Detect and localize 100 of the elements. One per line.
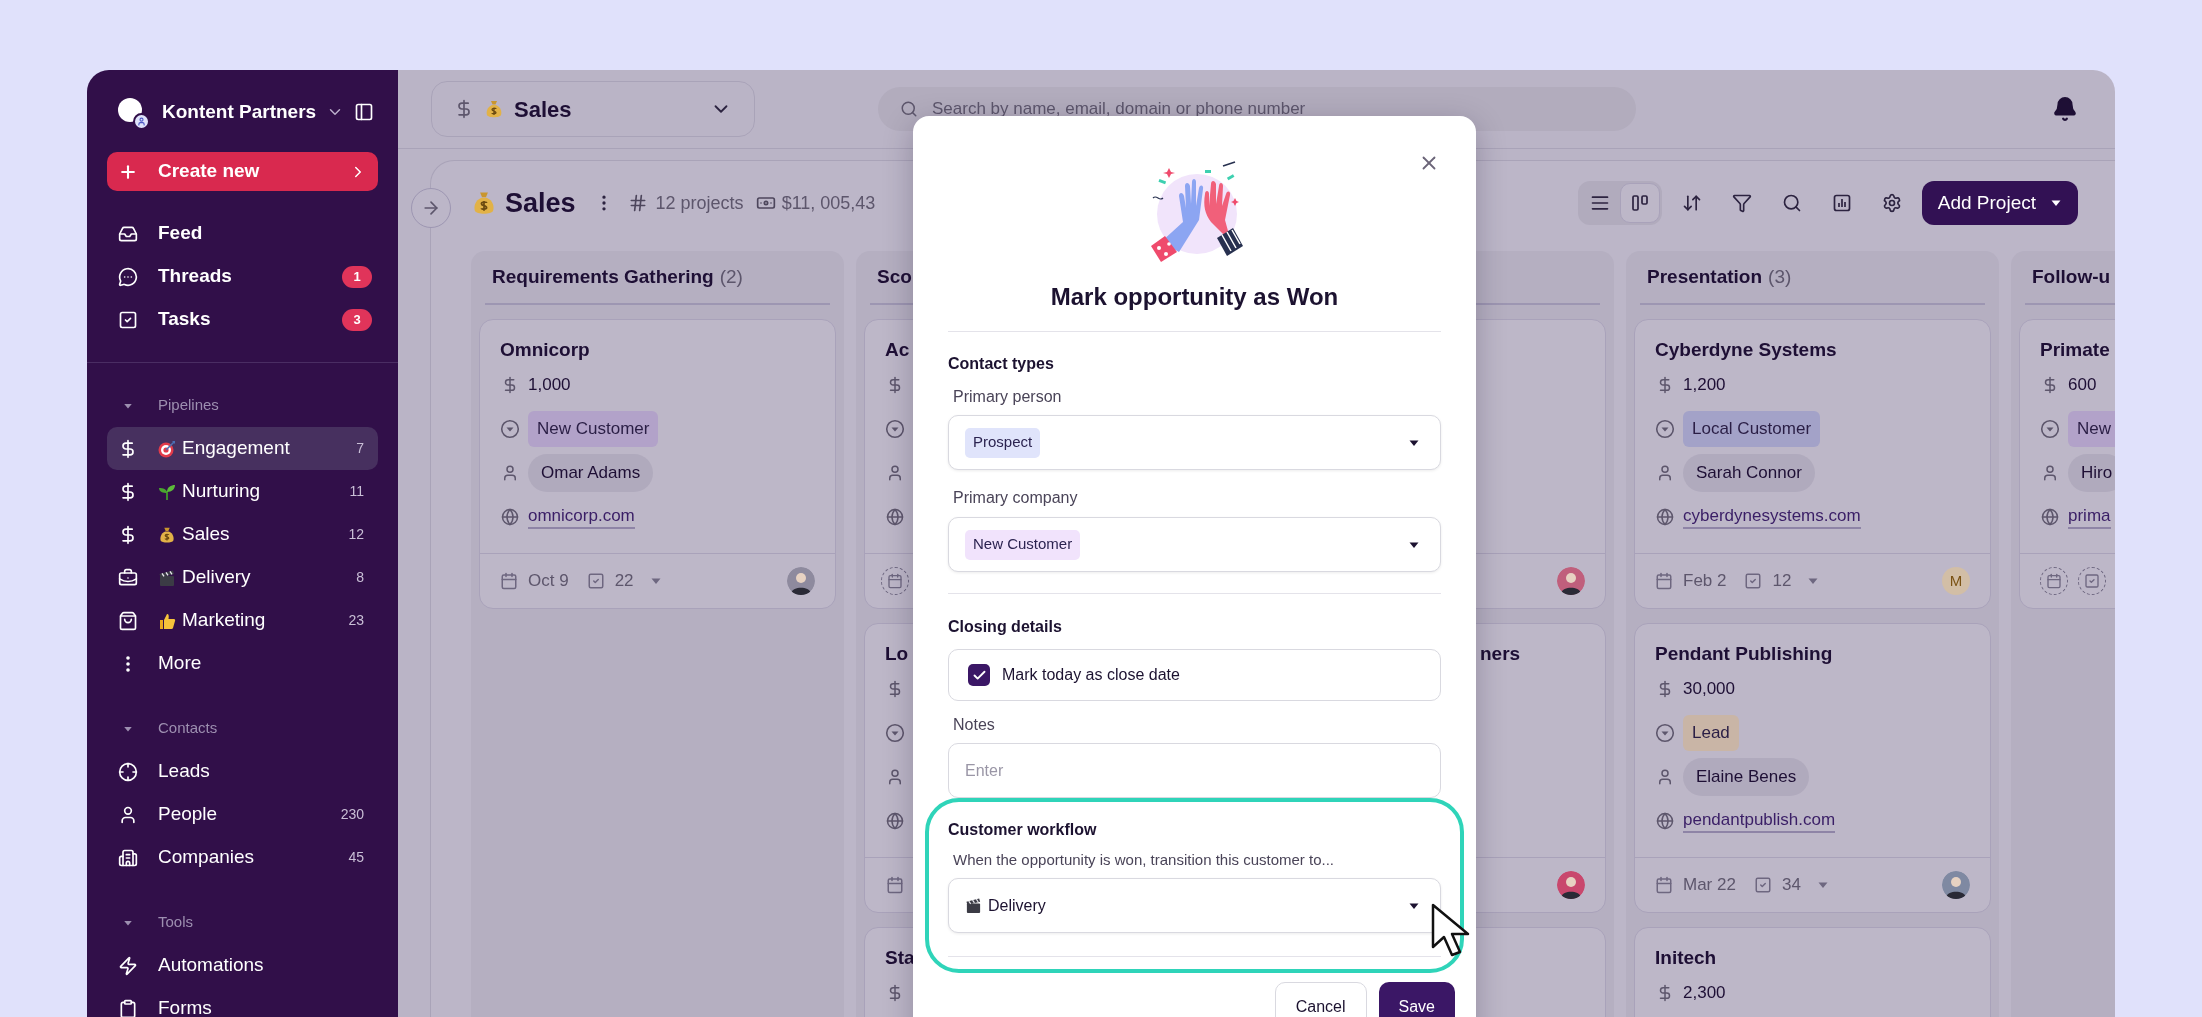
search-icon — [900, 100, 918, 118]
calendar-icon[interactable] — [500, 572, 518, 590]
cancel-button[interactable]: Cancel — [1274, 982, 1367, 1017]
due-date: Oct 9 — [528, 570, 569, 593]
contact-chip[interactable]: Sarah Connor — [1683, 454, 1815, 492]
section-label[interactable]: Contacts — [158, 717, 218, 740]
sidebar-item[interactable]: Marketing 23 — [107, 599, 378, 642]
thumbs-up-icon — [158, 611, 176, 630]
dialog-title: Mark opportunity as Won — [1049, 282, 1340, 312]
card-title: Primate — [2040, 338, 2111, 362]
count-badge: 3 — [342, 308, 372, 331]
columns-icon — [1629, 193, 1650, 213]
board-view-button[interactable] — [1619, 183, 1660, 223]
task-icon[interactable] — [586, 572, 605, 590]
deal-card[interactable]: Omnicorp 1,000 New Customer Omar Adams omnicorp.com Oct 9 22 — [479, 319, 836, 609]
notifications-icon[interactable] — [2052, 96, 2078, 122]
contact-chip[interactable]: Hiro — [2068, 454, 2115, 492]
save-button[interactable]: Save — [1378, 982, 1455, 1017]
task-count: 12 — [1772, 570, 1792, 593]
calendar-icon[interactable] — [886, 876, 904, 894]
website-link[interactable]: pendantpublish.com — [1683, 809, 1836, 833]
deal-card[interactable]: Pendant Publishing 30,000 Lead Elaine Benes pendantpublish.com Mar 22 34 — [1634, 623, 1991, 913]
search-icon[interactable] — [1781, 193, 1802, 213]
deal-amount: 2,300 — [1683, 982, 1726, 1005]
sidebar-item[interactable]: Delivery 8 — [107, 556, 378, 599]
task-icon[interactable] — [1744, 572, 1763, 590]
website-link[interactable]: cyberdynesystems.com — [1683, 505, 1861, 529]
deal-amount: 1,000 — [528, 374, 571, 397]
pipeline-select[interactable]: Sales — [431, 81, 755, 137]
card-title: Lo — [885, 642, 910, 666]
stage-tag[interactable]: New Customer — [528, 411, 659, 447]
sidebar-item[interactable]: Nurturing 11 — [107, 470, 378, 513]
type-tag: Prospect — [965, 427, 1041, 458]
clipboard-icon — [118, 998, 138, 1017]
person-icon — [501, 464, 519, 482]
sidebar-item[interactable]: Sales 12 — [107, 513, 378, 556]
deal-amount: 600 — [2068, 374, 2097, 397]
add-project-button[interactable]: Add Project — [1921, 181, 2078, 225]
checkbox[interactable] — [968, 664, 990, 686]
sidebar-item[interactable]: People 230 — [107, 793, 378, 836]
column-title: Requirements Gathering — [492, 264, 714, 289]
calendar-icon[interactable] — [1655, 572, 1673, 590]
select-field[interactable]: Delivery — [948, 878, 1441, 933]
sidebar-item[interactable]: Engagement 7 — [107, 427, 378, 470]
list-icon — [1589, 193, 1610, 213]
chart-icon[interactable] — [1831, 193, 1852, 213]
deal-card[interactable]: Initech 2,300 — [1634, 927, 1991, 1017]
website-link[interactable]: omnicorp.com — [528, 505, 635, 529]
deal-card[interactable]: Cyberdyne Systems 1,200 Local Customer Sarah Connor cyberdynesystems.com Feb 2 12 M — [1634, 319, 1991, 609]
sidebar-toggle-icon[interactable] — [354, 102, 375, 123]
website-link[interactable]: prima — [2068, 505, 2111, 529]
due-date: Mar 22 — [1683, 874, 1736, 897]
item-count: 12 — [348, 525, 364, 544]
item-count: 11 — [349, 482, 364, 501]
field-label: Primary person — [952, 387, 1063, 407]
sidebar-item[interactable]: Leads — [107, 750, 378, 793]
calendar-icon[interactable] — [1655, 876, 1673, 894]
status-icon — [1655, 419, 1675, 439]
sidebar-item[interactable]: Companies 45 — [107, 836, 378, 879]
globe-icon — [501, 508, 519, 526]
card-title: Omnicorp — [500, 338, 591, 362]
section-label[interactable]: Tools — [158, 911, 194, 934]
nav-item[interactable]: Threads 1 — [107, 255, 378, 298]
task-icon[interactable] — [1753, 876, 1772, 894]
filter-icon[interactable] — [1731, 193, 1752, 213]
contact-chip[interactable]: Omar Adams — [528, 454, 654, 492]
nav-item[interactable]: Feed — [107, 212, 378, 255]
sidebar-item[interactable]: Forms — [107, 987, 378, 1017]
building-icon — [118, 847, 138, 868]
workspace-name[interactable]: Kontent Partners — [162, 97, 317, 127]
card-title: Cyberdyne Systems — [1655, 338, 1838, 362]
sidebar-item[interactable]: More — [107, 642, 378, 685]
sort-icon[interactable] — [1681, 193, 1702, 213]
globe-icon — [886, 812, 904, 830]
stage-tag[interactable]: Lead — [1683, 715, 1739, 751]
sidebar-item[interactable]: Automations — [107, 944, 378, 987]
status-icon — [2040, 419, 2060, 439]
deal-amount: 1,200 — [1683, 374, 1726, 397]
expand-button[interactable] — [411, 188, 451, 228]
select-field[interactable]: Prospect — [948, 415, 1441, 470]
deal-card[interactable]: Primate 600 New Hiro prima — [2019, 319, 2115, 609]
task-count: 22 — [614, 570, 634, 593]
contact-chip[interactable]: Elaine Benes — [1683, 758, 1810, 796]
type-tag: New Customer — [965, 529, 1081, 560]
lightning-icon — [118, 955, 138, 976]
column-title: Follow-u — [2032, 264, 2111, 289]
person-icon — [886, 768, 904, 786]
select-field[interactable]: New Customer — [948, 517, 1441, 572]
stage-tag[interactable]: Local Customer — [1683, 411, 1821, 447]
deal-amount: 30,000 — [1683, 678, 1735, 701]
create-new-button[interactable]: Create new — [107, 152, 378, 191]
notes-field[interactable]: Enter — [948, 743, 1441, 798]
nav-item[interactable]: Tasks 3 — [107, 298, 378, 341]
section-label[interactable]: Pipelines — [158, 394, 219, 417]
settings-icon[interactable] — [1881, 193, 1902, 213]
column-count: (3) — [1768, 264, 1792, 289]
crosshair-icon — [118, 761, 138, 782]
workspace-logo[interactable] — [118, 98, 146, 127]
checkbox-label: Mark today as close date — [1002, 665, 1180, 685]
stage-tag[interactable]: New — [2068, 411, 2115, 447]
